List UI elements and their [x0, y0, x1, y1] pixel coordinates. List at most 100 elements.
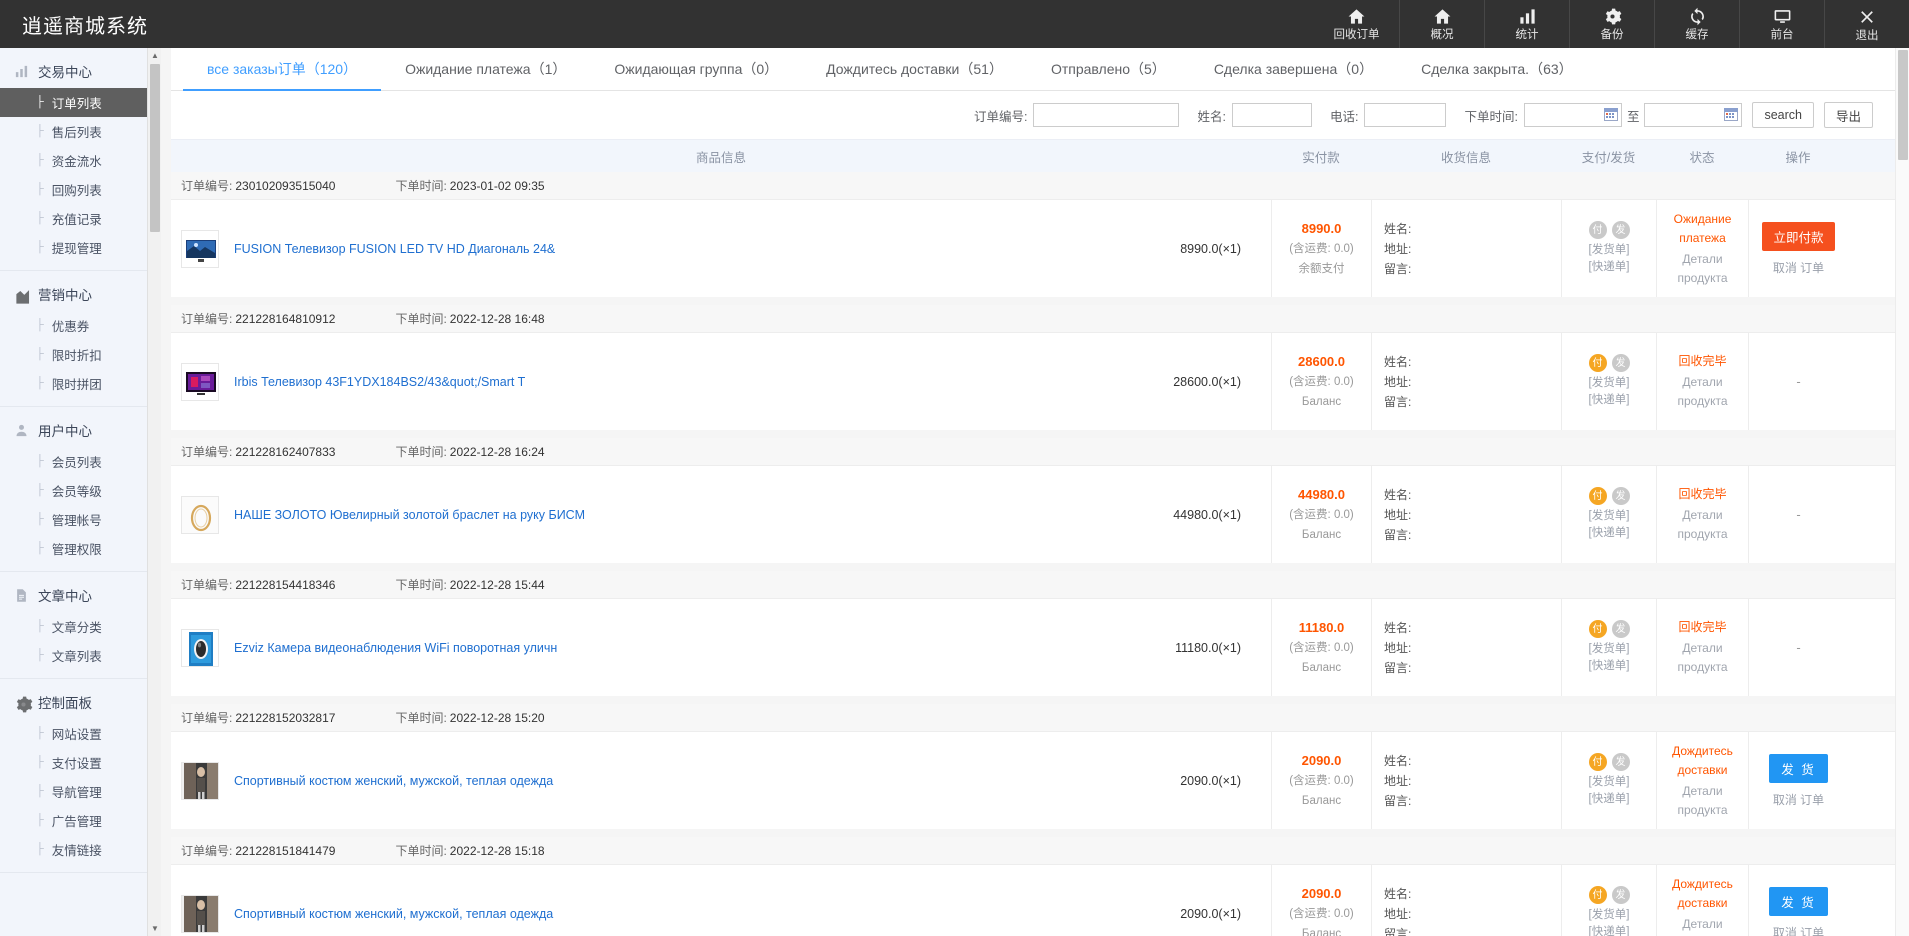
product-name-link[interactable]: НАШЕ ЗОЛОТО Ювелирный золотой браслет на…: [234, 508, 1071, 522]
toolbar-item-5[interactable]: 缓存: [1654, 0, 1739, 48]
cell-status: Дождитесь доставкиДетали продукта: [1656, 865, 1748, 936]
sidebar-item-1-3[interactable]: ├资金流水: [0, 146, 160, 175]
sidebar-scroll-up-arrow[interactable]: ▲: [148, 48, 162, 63]
no-action-placeholder: -: [1796, 640, 1800, 655]
sidebar-item-5-1[interactable]: ├网站设置: [0, 719, 160, 748]
sidebar-item-2-2[interactable]: ├限时折扣: [0, 340, 160, 369]
product-details-link[interactable]: Детали продукта: [1657, 782, 1748, 820]
sidebar-item-3-3[interactable]: ├管理帐号: [0, 505, 160, 534]
tab-2[interactable]: Ожидание платежа（1）: [381, 48, 590, 91]
sidebar-scroll-down-arrow[interactable]: ▼: [148, 921, 162, 936]
express-order-link[interactable]: [快递单]: [1589, 791, 1630, 808]
order-no-label: 订单编号:: [181, 443, 232, 460]
search-button[interactable]: search: [1752, 102, 1814, 128]
sidebar-item-5-5[interactable]: ├友情链接: [0, 835, 160, 864]
order-no-input[interactable]: [1033, 103, 1179, 127]
product-details-link[interactable]: Детали продукта: [1657, 639, 1748, 677]
sidebar-group-header[interactable]: 用户中心: [0, 413, 160, 447]
shipping-order-link[interactable]: [发货单]: [1589, 508, 1630, 525]
product-thumbnail[interactable]: [181, 230, 219, 268]
product-details-link[interactable]: Детали продукта: [1657, 250, 1748, 288]
shipping-order-link[interactable]: [发货单]: [1589, 375, 1630, 392]
product-thumbnail[interactable]: [181, 895, 219, 933]
sidebar-item-3-4[interactable]: ├管理权限: [0, 534, 160, 563]
main-scroll-thumb[interactable]: [1898, 50, 1908, 160]
tab-6[interactable]: Сделка завершена（0）: [1190, 48, 1397, 91]
sidebar-item-4-2[interactable]: ├文章列表: [0, 641, 160, 670]
shipping-order-link[interactable]: [发货单]: [1589, 242, 1630, 259]
tab-1[interactable]: все заказы订单（120）: [183, 48, 381, 91]
product-details-link[interactable]: Детали продукта: [1657, 373, 1748, 411]
sidebar-group-header[interactable]: 营销中心: [0, 277, 160, 311]
shipping-order-link[interactable]: [发货单]: [1589, 774, 1630, 791]
tab-4[interactable]: Дождитесь доставки（51）: [802, 48, 1027, 91]
product-name-link[interactable]: Ezviz Камера видеонаблюдения WiFi поворо…: [234, 641, 1071, 655]
shipping-order-link[interactable]: [发货单]: [1589, 641, 1630, 658]
product-details-link[interactable]: Детали продукта: [1657, 915, 1748, 936]
phone-input[interactable]: [1364, 103, 1446, 127]
toolbar-item-2[interactable]: 概况: [1399, 0, 1484, 48]
sidebar-item-5-2[interactable]: ├支付设置: [0, 748, 160, 777]
cancel-order-link[interactable]: 取消 订单: [1773, 924, 1824, 936]
sidebar-item-3-1[interactable]: ├会员列表: [0, 447, 160, 476]
toolbar-item-7[interactable]: 退出: [1824, 0, 1909, 48]
product-name-link[interactable]: Irbis Телевизор 43F1YDX184BS2/43&quot;/S…: [234, 375, 1071, 389]
sidebar-scroll-thumb[interactable]: [150, 64, 160, 232]
paid-amount: 44980.0: [1298, 485, 1345, 505]
toolbar-item-4[interactable]: 备份: [1569, 0, 1654, 48]
sidebar-group-header[interactable]: 文章中心: [0, 578, 160, 612]
express-order-link[interactable]: [快递单]: [1589, 525, 1630, 542]
product-thumbnail[interactable]: [181, 629, 219, 667]
date-from-input[interactable]: [1524, 103, 1622, 127]
pay-now-button[interactable]: 立即付款: [1762, 222, 1834, 251]
tree-branch-icon: ├: [36, 728, 44, 739]
tab-5[interactable]: Отправлено（5）: [1027, 48, 1190, 91]
sidebar-item-label: 会员列表: [52, 452, 102, 471]
order-no-label: 订单编号:: [181, 842, 232, 859]
cell-pay-ship: 付发[发货单][快递单]: [1561, 732, 1656, 829]
tab-7[interactable]: Сделка закрыта.（63）: [1397, 48, 1597, 91]
main-scrollbar[interactable]: [1895, 48, 1909, 936]
cell-status: Дождитесь доставкиДетали продукта: [1656, 732, 1748, 829]
product-name-link[interactable]: FUSION Телевизор FUSION LED TV HD Диагон…: [234, 242, 1071, 256]
sidebar-item-1-2[interactable]: ├售后列表: [0, 117, 160, 146]
sidebar-item-1-4[interactable]: ├回购列表: [0, 175, 160, 204]
product-thumbnail[interactable]: [181, 496, 219, 534]
ship-button[interactable]: 发 货: [1769, 754, 1827, 783]
toolbar-item-6[interactable]: 前台: [1739, 0, 1824, 48]
sidebar-item-2-3[interactable]: ├限时拼团: [0, 369, 160, 398]
cancel-order-link[interactable]: 取消 订单: [1773, 259, 1824, 276]
sidebar-item-5-3[interactable]: ├导航管理: [0, 777, 160, 806]
sidebar-scrollbar[interactable]: ▲ ▼: [147, 48, 161, 936]
toolbar-item-3[interactable]: 统计: [1484, 0, 1569, 48]
sidebar-item-4-1[interactable]: ├文章分类: [0, 612, 160, 641]
sidebar-group-header[interactable]: 交易中心: [0, 54, 160, 88]
sidebar-group-header[interactable]: 控制面板: [0, 685, 160, 719]
name-input[interactable]: [1232, 103, 1312, 127]
product-details-link[interactable]: Детали продукта: [1657, 506, 1748, 544]
sidebar-item-5-4[interactable]: ├广告管理: [0, 806, 160, 835]
cell-pay-ship: 付发[发货单][快递单]: [1561, 333, 1656, 430]
product-thumbnail[interactable]: [181, 762, 219, 800]
sidebar-item-1-5[interactable]: ├充值记录: [0, 204, 160, 233]
sidebar-item-1-6[interactable]: ├提现管理: [0, 233, 160, 262]
payment-mode: Баланс: [1302, 791, 1341, 811]
express-order-link[interactable]: [快递单]: [1589, 259, 1630, 276]
shipping-order-link[interactable]: [发货单]: [1589, 907, 1630, 924]
tab-3[interactable]: Ожидающая группа（0）: [590, 48, 802, 91]
cell-action: -: [1748, 466, 1848, 563]
sidebar-item-3-2[interactable]: ├会员等级: [0, 476, 160, 505]
product-thumbnail[interactable]: [181, 363, 219, 401]
express-order-link[interactable]: [快递单]: [1589, 392, 1630, 409]
sidebar-item-2-1[interactable]: ├优惠券: [0, 311, 160, 340]
express-order-link[interactable]: [快递单]: [1589, 658, 1630, 675]
ship-button[interactable]: 发 货: [1769, 887, 1827, 916]
export-button[interactable]: 导出: [1824, 102, 1873, 128]
cancel-order-link[interactable]: 取消 订单: [1773, 791, 1824, 808]
product-name-link[interactable]: Спортивный костюм женский, мужской, тепл…: [234, 907, 1071, 921]
sidebar-item-1-1[interactable]: ├订单列表: [0, 88, 160, 117]
product-name-link[interactable]: Спортивный костюм женский, мужской, тепл…: [234, 774, 1071, 788]
toolbar-item-1[interactable]: 回收订单: [1314, 0, 1399, 48]
date-to-input[interactable]: [1644, 103, 1742, 127]
express-order-link[interactable]: [快递单]: [1589, 924, 1630, 936]
